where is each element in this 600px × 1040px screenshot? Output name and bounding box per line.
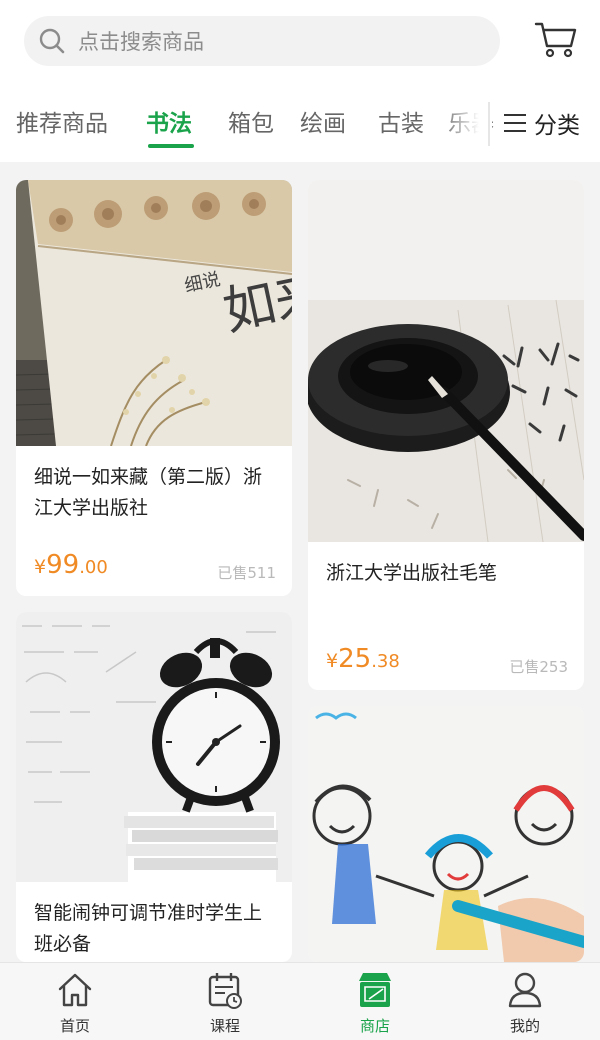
- category-tabs: 推荐商品 书法 箱包 绘画 古装 乐器 分类: [0, 84, 600, 162]
- product-image-book: 如来藏 细说: [16, 180, 292, 446]
- home-icon: [57, 971, 93, 1009]
- nav-profile-label: 我的: [509, 1017, 540, 1035]
- product-price: ¥25.38: [326, 644, 400, 674]
- nav-store[interactable]: 商店: [300, 963, 450, 1040]
- nav-courses-label: 课程: [209, 1017, 240, 1035]
- tab-painting[interactable]: 绘画: [300, 104, 346, 138]
- tab-costume[interactable]: 古装: [378, 104, 424, 138]
- calendar-clock-icon: [207, 971, 243, 1009]
- sold-count: 已售511: [217, 564, 276, 582]
- tab-recommended[interactable]: 推荐商品: [16, 104, 108, 138]
- menu-icon: [504, 114, 526, 132]
- top-bar: 点击搜索商品: [0, 0, 600, 84]
- product-card[interactable]: 智能闹钟可调节准时学生上班必备: [16, 612, 292, 962]
- nav-courses[interactable]: 课程: [150, 963, 300, 1040]
- category-button[interactable]: 分类: [500, 84, 600, 162]
- search-icon: [38, 27, 66, 55]
- product-image-inkstone: [308, 180, 584, 542]
- search-placeholder: 点击搜索商品: [78, 30, 204, 54]
- product-title: 智能闹钟可调节准时学生上班必备: [34, 902, 263, 955]
- cart-icon[interactable]: [534, 20, 578, 60]
- nav-profile[interactable]: 我的: [450, 963, 600, 1040]
- product-image-alarm-clock: [16, 612, 292, 882]
- user-icon: [507, 971, 543, 1009]
- product-title: 浙江大学出版社毛笔: [326, 562, 498, 584]
- product-card[interactable]: 如来藏 细说 细说一如来藏（第二版）浙江大学出版社 ¥99.00 已售511: [16, 180, 292, 596]
- tabs-fade: [440, 84, 492, 162]
- store-icon: [357, 971, 393, 1009]
- nav-store-label: 商店: [359, 1017, 390, 1035]
- tab-bags[interactable]: 箱包: [228, 104, 274, 138]
- search-box[interactable]: 点击搜索商品: [24, 16, 500, 66]
- tab-calligraphy[interactable]: 书法: [146, 104, 192, 138]
- category-button-label: 分类: [534, 113, 580, 139]
- product-price: ¥99.00: [34, 550, 108, 580]
- active-tab-indicator: [148, 144, 194, 148]
- product-card[interactable]: 浙江大学出版社毛笔 ¥25.38 已售253: [308, 180, 584, 690]
- product-image-crayon-drawing: [308, 706, 584, 962]
- bottom-nav: 首页 课程 商店 我的: [0, 962, 600, 1040]
- product-card[interactable]: [308, 706, 584, 962]
- tabs-divider: [488, 102, 490, 146]
- product-title: 细说一如来藏（第二版）浙江大学出版社: [34, 466, 263, 519]
- sold-count: 已售253: [509, 658, 568, 676]
- nav-home[interactable]: 首页: [0, 963, 150, 1040]
- nav-home-label: 首页: [59, 1017, 90, 1035]
